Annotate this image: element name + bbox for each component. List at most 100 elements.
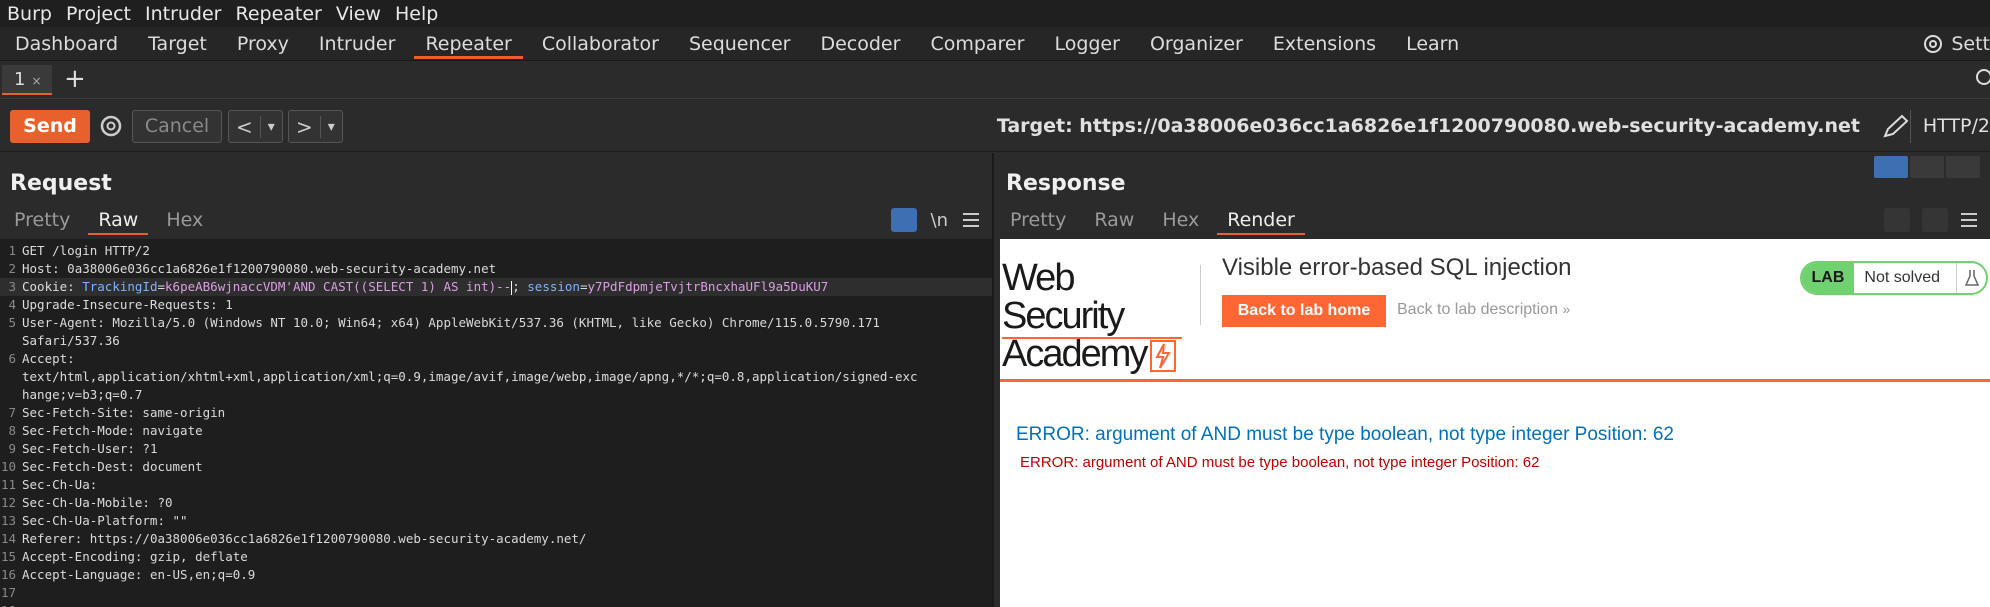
header-name: Sec-Fetch-Mode: [22, 423, 128, 438]
header-value: same-origin: [142, 405, 226, 420]
line-content: Sec-Ch-Ua-Mobile: ?0: [22, 494, 173, 512]
back-to-lab-home-button[interactable]: Back to lab home: [1222, 295, 1386, 327]
cancel-button[interactable]: Cancel: [132, 110, 222, 143]
line-content: Host: 0a38006e036cc1a6826e1f1200790080.w…: [22, 260, 496, 278]
line-number: 9: [8, 441, 16, 456]
header-value: navigate: [142, 423, 203, 438]
line-number: [0, 332, 22, 350]
response-tab-raw[interactable]: Raw: [1080, 205, 1148, 235]
tab-learn[interactable]: Learn: [1391, 27, 1474, 61]
header-name: Upgrade-Insecure-Requests: [22, 297, 211, 312]
edit-target-icon[interactable]: [1880, 114, 1910, 140]
punctuation: :: [97, 315, 113, 330]
line-number: 12: [0, 495, 16, 510]
send-button[interactable]: Send: [10, 110, 90, 143]
tab-proxy[interactable]: Proxy: [222, 27, 304, 61]
flask-icon: [1956, 263, 1986, 293]
layout-tabs-icon[interactable]: [1946, 156, 1980, 178]
punctuation: =: [157, 279, 166, 294]
tab-target[interactable]: Target: [133, 27, 222, 61]
tab-organizer[interactable]: Organizer: [1135, 27, 1258, 61]
header-value: en-US,en;q=0.9: [149, 567, 256, 582]
response-tab-render[interactable]: Render: [1213, 205, 1309, 235]
word-wrap-icon[interactable]: [1884, 208, 1910, 232]
add-tab-button[interactable]: +: [64, 65, 86, 93]
punctuation: :: [127, 459, 143, 474]
response-tab-hex[interactable]: Hex: [1148, 205, 1213, 235]
punctuation: :: [134, 567, 150, 582]
header-name: Accept: [22, 351, 68, 366]
settings-button[interactable]: Sett: [1921, 27, 1990, 61]
menu-view[interactable]: View: [329, 3, 388, 25]
menu-project[interactable]: Project: [59, 3, 138, 25]
menu-icon[interactable]: [1960, 212, 1978, 228]
newline-toggle[interactable]: \n: [931, 210, 948, 231]
back-history[interactable]: < ▾: [228, 110, 283, 143]
line-content: Accept:: [22, 350, 82, 368]
request-line: 14 Referer: https://0a38006e036cc1a6826e1…: [0, 530, 992, 548]
request-line: 5 User-Agent: Mozilla/5.0 (Windows NT 10.…: [0, 314, 992, 332]
line-number: 11: [0, 477, 16, 492]
punctuation: :: [89, 477, 105, 492]
tab-close-icon[interactable]: ×: [31, 74, 41, 88]
word-wrap-icon[interactable]: [890, 208, 917, 232]
request-line: 3 Cookie: TrackingId=k6peAB6wjnaccVDM'AND…: [0, 278, 992, 296]
menu-repeater[interactable]: Repeater: [228, 3, 328, 25]
back-button[interactable]: <: [229, 115, 260, 139]
header-separator: [1000, 379, 1990, 382]
header-value: https://0a38006e036cc1a6826e1f1200790080…: [89, 531, 587, 546]
punctuation: :: [127, 423, 143, 438]
request-line: 17: [0, 584, 992, 602]
header-value: gzip, deflate: [149, 549, 248, 564]
request-settings-button[interactable]: [96, 110, 126, 143]
tab-intruder[interactable]: Intruder: [304, 27, 411, 61]
search-icon[interactable]: [1970, 67, 1990, 91]
repeater-tab-1[interactable]: 1 ×: [2, 65, 52, 95]
protocol-label[interactable]: HTTP/2: [1909, 110, 1990, 143]
tab-collaborator[interactable]: Collaborator: [527, 27, 674, 61]
line-number: 14: [0, 531, 16, 546]
cookie-part: Cookie: [22, 279, 68, 294]
tab-logger[interactable]: Logger: [1039, 27, 1135, 61]
layout-side-by-side-icon[interactable]: [1874, 156, 1908, 178]
menu-icon[interactable]: [962, 212, 980, 228]
error-message-small: ERROR: argument of AND must be type bool…: [1020, 454, 1540, 471]
punctuation: :: [67, 351, 83, 366]
request-tab-hex[interactable]: Hex: [152, 205, 217, 235]
menu-help[interactable]: Help: [388, 3, 445, 25]
tab-decoder[interactable]: Decoder: [805, 27, 915, 61]
header-name: Sec-Fetch-Dest: [22, 459, 128, 474]
menu-burp[interactable]: Burp: [0, 3, 59, 25]
request-tab-raw[interactable]: Raw: [84, 205, 152, 235]
line-content: Sec-Fetch-User: ?1: [22, 440, 157, 458]
rendered-page: Web Security Academy Visible error-based…: [1000, 239, 1990, 607]
punctuation: :: [127, 405, 143, 420]
forward-button[interactable]: >: [289, 115, 320, 139]
request-line: 6 Accept:: [0, 350, 992, 368]
response-title: Response: [1006, 171, 1126, 196]
tab-sequencer[interactable]: Sequencer: [674, 27, 806, 61]
error-message-large: ERROR: argument of AND must be type bool…: [1016, 424, 1674, 445]
line-content: Sec-Fetch-Site: same-origin: [22, 404, 225, 422]
tab-dashboard[interactable]: Dashboard: [0, 27, 133, 61]
forward-dropdown[interactable]: ▾: [321, 119, 342, 135]
back-dropdown[interactable]: ▾: [261, 119, 282, 135]
header-value: document: [142, 459, 203, 474]
line-content: text/html,application/xhtml+xml,applicat…: [22, 369, 918, 384]
back-to-lab-description-link[interactable]: Back to lab description »: [1397, 301, 1570, 319]
tab-extensions[interactable]: Extensions: [1258, 27, 1391, 61]
repeater-tabs: 1 × +: [0, 61, 1990, 99]
response-tab-pretty[interactable]: Pretty: [996, 205, 1080, 235]
menu-intruder[interactable]: Intruder: [138, 3, 229, 25]
header-name: Sec-Ch-Ua-Platform: [22, 513, 158, 528]
forward-history[interactable]: > ▾: [288, 110, 343, 143]
request-editor[interactable]: 1 GET /login HTTP/2 2 Host: 0a38006e036cc1a…: [0, 239, 992, 607]
newline-toggle-icon[interactable]: [1922, 208, 1948, 232]
tab-comparer[interactable]: Comparer: [915, 27, 1039, 61]
cookie-part: ;: [512, 279, 520, 294]
request-tab-pretty[interactable]: Pretty: [0, 205, 84, 235]
tab-repeater[interactable]: Repeater: [410, 27, 526, 61]
layout-stacked-icon[interactable]: [1910, 156, 1944, 178]
request-view-tabs: Pretty Raw Hex: [0, 205, 217, 235]
request-line: 1 GET /login HTTP/2: [0, 242, 992, 260]
